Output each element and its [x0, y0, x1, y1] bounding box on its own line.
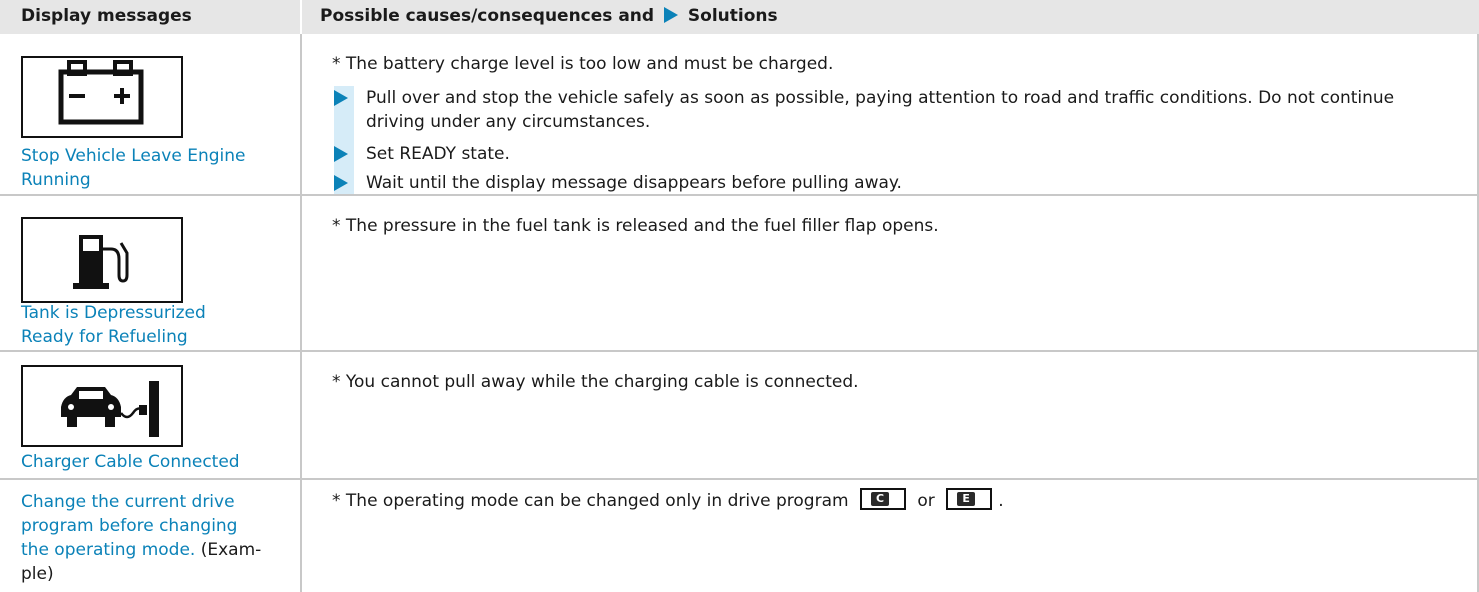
header-causes-solutions: Possible causes/consequences and Solutio… — [320, 6, 778, 26]
display-line-text: the operating mode. — [21, 540, 196, 560]
display-message-stop-vehicle: Stop Vehicle Leave Engine Running — [21, 146, 246, 190]
cause-text: * The operating mode can be changed only… — [332, 491, 849, 511]
cause-text-end: . — [998, 491, 1004, 511]
fuel-display-icon — [21, 217, 183, 303]
display-line: Change the current drive — [21, 492, 235, 512]
step-text: Set READY state. — [366, 144, 510, 164]
drive-program-e-icon: E — [957, 492, 976, 506]
battery-icon — [58, 60, 144, 125]
row-divider — [0, 194, 1479, 196]
drive-program-c-key: C — [859, 488, 906, 510]
example-note: ple) — [21, 564, 54, 584]
display-message-charger-cable: Charger Cable Connected — [21, 452, 240, 472]
cause-text-or: or — [917, 491, 935, 511]
drive-program-c-icon: C — [870, 492, 889, 506]
column-divider — [300, 196, 302, 350]
table-header: Display messages Possible causes/consequ… — [0, 0, 1479, 34]
car-charging-cable-icon — [61, 381, 159, 437]
header-divider — [300, 0, 302, 34]
display-line: program before changing — [21, 516, 238, 536]
example-note: (Exam- — [200, 540, 262, 560]
step-arrow-icon — [334, 175, 348, 191]
solution-arrow-icon — [664, 7, 678, 23]
charger-display-icon — [21, 365, 183, 447]
display-line: Tank is Depressurized — [21, 303, 206, 323]
step-text: Wait until the display message disappear… — [366, 173, 902, 193]
cause-charging-cable: * You cannot pull away while the chargin… — [332, 372, 859, 392]
header-solutions-label: Solutions — [687, 6, 778, 26]
cause-operating-mode: * The operating mode can be changed only… — [332, 488, 1004, 513]
header-display-messages: Display messages — [21, 6, 192, 26]
step-arrow-icon — [334, 90, 348, 106]
display-line: the operating mode. (Exam- — [21, 538, 281, 562]
display-line: Ready for Refueling — [21, 327, 188, 347]
step-item: Wait until the display message disappear… — [332, 171, 1462, 195]
step-item: Pull over and stop the vehicle safely as… — [332, 86, 1462, 134]
drive-program-e-key: E — [946, 488, 993, 510]
cause-battery-low: * The battery charge level is too low an… — [332, 54, 834, 74]
step-text: Pull over and stop the vehicle safely as… — [366, 88, 1395, 132]
step-arrow-icon — [334, 146, 348, 162]
row-divider — [0, 350, 1479, 352]
display-message-change-drive-program: Change the current drive program before … — [21, 490, 281, 586]
header-causes-label: Possible causes/consequences and — [320, 6, 655, 26]
column-divider — [300, 480, 302, 592]
fuel-pump-icon — [73, 235, 129, 289]
display-message-tank-depressurized: Tank is Depressurized Ready for Refuelin… — [21, 301, 281, 349]
step-item: Set READY state. — [332, 142, 1462, 166]
cause-tank-pressure: * The pressure in the fuel tank is relea… — [332, 216, 939, 236]
column-divider — [300, 352, 302, 478]
battery-display-icon — [21, 56, 183, 138]
column-divider — [300, 34, 302, 194]
row-divider — [0, 478, 1479, 480]
